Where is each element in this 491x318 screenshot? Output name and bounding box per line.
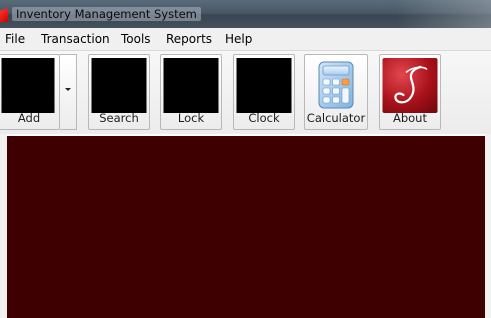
menu-file[interactable]: File — [5, 32, 25, 46]
calculator-icon — [318, 61, 354, 109]
app-logo-icon — [0, 8, 8, 22]
menu-reports[interactable]: Reports — [166, 32, 212, 46]
add-button-label: Add — [17, 111, 41, 125]
toolbar: Add Search Lock Clock Calculator About — [0, 51, 491, 134]
about-button-label: About — [392, 111, 427, 125]
add-button[interactable]: Add — [0, 54, 60, 130]
right-border — [485, 134, 491, 318]
chevron-down-icon — [65, 88, 71, 91]
script-j-logo-icon — [382, 58, 438, 113]
menu-transaction[interactable]: Transaction — [41, 32, 110, 46]
search-button[interactable]: Search — [88, 54, 150, 130]
add-image-icon — [1, 58, 55, 113]
window-title: Inventory Management System — [12, 7, 201, 21]
clock-button[interactable]: Clock — [233, 54, 295, 130]
menu-tools[interactable]: Tools — [121, 32, 151, 46]
add-dropdown-button[interactable] — [60, 54, 77, 130]
menu-bar: File Transaction Tools Reports Help — [0, 28, 491, 51]
lock-button[interactable]: Lock — [160, 54, 222, 130]
left-border — [0, 134, 7, 318]
search-image-icon — [91, 58, 147, 113]
title-bar-highlight — [396, 0, 491, 28]
clock-image-icon — [236, 58, 292, 113]
menu-help[interactable]: Help — [225, 32, 252, 46]
lock-image-icon — [163, 58, 219, 113]
title-bar[interactable]: Inventory Management System — [0, 0, 491, 28]
lock-button-label: Lock — [177, 111, 205, 125]
mdi-workspace[interactable] — [7, 136, 485, 318]
clock-button-label: Clock — [248, 111, 280, 125]
about-button[interactable]: About — [379, 54, 441, 130]
script-j-glyph-icon — [394, 65, 428, 104]
calculator-button[interactable]: Calculator — [304, 54, 368, 130]
search-button-label: Search — [99, 111, 139, 125]
calculator-button-label: Calculator — [306, 111, 366, 125]
